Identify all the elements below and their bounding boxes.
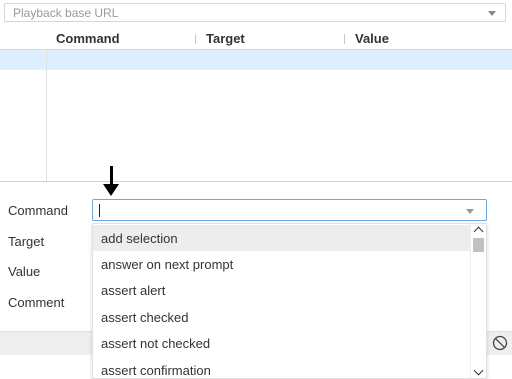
command-autocomplete-list[interactable]: add selection answer on next prompt asse… (92, 223, 487, 379)
chevron-up-icon[interactable] (473, 226, 484, 237)
list-item-label: assert not checked (101, 336, 211, 351)
command-label: Command (8, 203, 68, 218)
list-item-label: assert checked (101, 310, 189, 325)
list-item[interactable]: assert not checked (93, 330, 470, 356)
chevron-down-icon[interactable] (488, 11, 496, 16)
arrow-down-icon-head (103, 184, 119, 196)
target-label: Target (8, 234, 45, 249)
ban-icon[interactable] (492, 335, 508, 351)
list-item[interactable]: answer on next prompt (93, 251, 470, 277)
base-url-placeholder: Playback base URL (13, 6, 119, 20)
chevron-down-icon[interactable] (473, 365, 484, 376)
column-header-value[interactable]: Value (355, 31, 389, 46)
list-item[interactable]: assert checked (93, 304, 470, 330)
table-row[interactable] (0, 50, 512, 70)
list-item-label: answer on next prompt (101, 257, 234, 272)
chevron-down-icon[interactable] (466, 209, 474, 214)
dropdown-scrollbar[interactable] (470, 224, 486, 378)
command-table-header: Command Target Value (0, 27, 512, 49)
comment-label: Comment (8, 295, 65, 310)
column-separator (195, 34, 196, 44)
scroll-thumb[interactable] (473, 238, 484, 252)
list-item-label: assert confirmation (101, 363, 211, 378)
text-cursor (99, 204, 100, 217)
list-item[interactable]: add selection (93, 225, 470, 251)
list-item-label: assert alert (101, 283, 166, 298)
command-input[interactable] (92, 199, 487, 221)
list-item[interactable]: assert confirmation (93, 357, 470, 378)
value-label: Value (8, 264, 41, 279)
column-header-command[interactable]: Command (56, 31, 120, 46)
column-divider (46, 50, 47, 181)
base-url-select[interactable]: Playback base URL (4, 3, 506, 22)
table-divider (0, 181, 512, 182)
list-item[interactable]: assert alert (93, 277, 470, 303)
column-header-target[interactable]: Target (206, 31, 245, 46)
column-separator (344, 34, 345, 44)
list-item-label: add selection (101, 231, 178, 246)
